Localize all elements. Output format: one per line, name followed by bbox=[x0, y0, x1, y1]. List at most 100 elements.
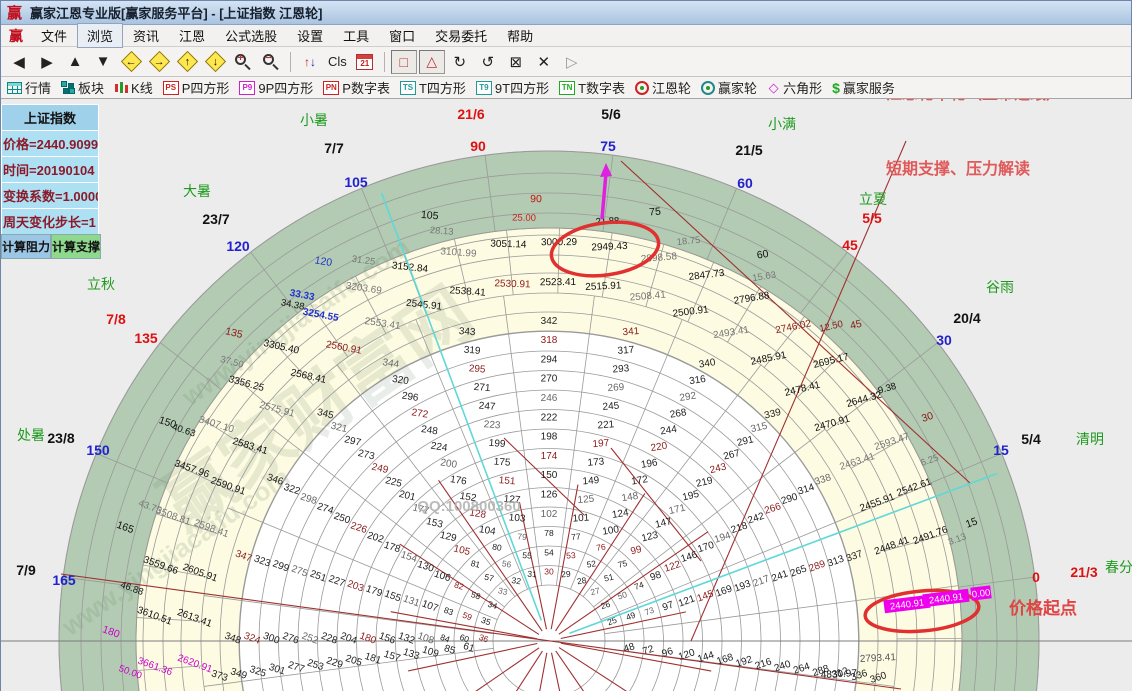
svg-text:60: 60 bbox=[756, 248, 770, 262]
svg-text:151: 151 bbox=[498, 475, 516, 487]
zoom-in-icon[interactable]: + bbox=[230, 50, 256, 74]
gann-wheel: 赢家财富网www.yingjiacaifu.comwww.yingjiacaif… bbox=[1, 99, 1132, 691]
svg-text:197: 197 bbox=[592, 438, 610, 450]
menu-item-资讯[interactable]: 资讯 bbox=[123, 23, 169, 48]
panel-row: 周天变化步长=1 bbox=[1, 208, 99, 234]
svg-text:80: 80 bbox=[492, 542, 503, 553]
svg-text:45: 45 bbox=[842, 237, 858, 253]
tool-winner-service[interactable]: $ 赢家服务 bbox=[832, 78, 895, 97]
svg-text:173: 173 bbox=[587, 456, 605, 468]
calc-resistance-button[interactable]: 计算阻力 bbox=[1, 234, 52, 259]
cross-arrows-icon[interactable]: ✕ bbox=[531, 50, 557, 74]
t-square-badge-icon: TS bbox=[399, 80, 416, 95]
candlestick-icon bbox=[114, 81, 129, 95]
svg-text:269: 269 bbox=[607, 382, 625, 394]
menu-item-设置[interactable]: 设置 bbox=[287, 23, 333, 48]
svg-text:2523.41: 2523.41 bbox=[540, 277, 577, 288]
menu-item-工具[interactable]: 工具 bbox=[333, 23, 379, 48]
title-bar: 赢 赢家江恩专业版[赢家服务平台] - [上证指数 江恩轮] bbox=[1, 1, 1131, 25]
square-tool-icon[interactable]: □ bbox=[390, 49, 417, 74]
svg-text:大暑: 大暑 bbox=[183, 183, 211, 199]
pan-up-icon[interactable]: ↑ bbox=[174, 50, 200, 74]
menu-item-江恩[interactable]: 江恩 bbox=[169, 23, 215, 48]
svg-text:0: 0 bbox=[1032, 569, 1040, 585]
svg-text:317: 317 bbox=[617, 345, 635, 357]
rotate-cw-icon[interactable]: ↻ bbox=[447, 50, 473, 74]
tool-winner-wheel[interactable]: 赢家轮 bbox=[701, 78, 757, 97]
9p-square-badge-icon: P9 bbox=[239, 80, 256, 95]
svg-text:318: 318 bbox=[541, 335, 558, 346]
gann-wheel-chart-area: 上证指数 价格=2440.9099 时间=20190104 变换系数=1.00000… bbox=[1, 99, 1132, 691]
tool-hexagon[interactable]: ◇ 六角形 bbox=[767, 78, 823, 97]
tool-label: 六角形 bbox=[783, 81, 823, 96]
svg-text:江恩轮中轮（上帝之眼）: 江恩轮中轮（上帝之眼） bbox=[886, 99, 1062, 103]
tool-t-square[interactable]: TS T四方形 bbox=[399, 78, 466, 97]
menu-item-文件[interactable]: 文件 bbox=[31, 23, 77, 48]
tool-quotes[interactable]: 行情 bbox=[7, 78, 51, 97]
svg-text:126: 126 bbox=[541, 490, 558, 501]
tool-t-number-table[interactable]: TN T数字表 bbox=[559, 78, 625, 97]
tool-p-number-table[interactable]: PN P数字表 bbox=[323, 78, 390, 97]
svg-text:135: 135 bbox=[134, 330, 158, 346]
cls-button-icon[interactable]: Cls bbox=[325, 50, 350, 74]
nav-up-icon[interactable]: ▲ bbox=[62, 50, 88, 74]
menu-item-窗口[interactable]: 窗口 bbox=[379, 23, 425, 48]
svg-text:谷雨: 谷雨 bbox=[986, 279, 1014, 295]
svg-text:立夏: 立夏 bbox=[859, 191, 887, 207]
tool-label: P四方形 bbox=[181, 81, 230, 96]
svg-text:90: 90 bbox=[470, 138, 486, 154]
svg-text:55: 55 bbox=[522, 550, 532, 561]
menu-item-帮助[interactable]: 帮助 bbox=[497, 23, 543, 48]
tool-kline[interactable]: K线 bbox=[114, 78, 153, 97]
menu-logo-icon: 赢 bbox=[9, 27, 23, 44]
window-title: 赢家江恩专业版[赢家服务平台] - [上证指数 江恩轮] bbox=[30, 6, 323, 21]
svg-text:165: 165 bbox=[52, 572, 76, 588]
menu-item-交易委托[interactable]: 交易委托 bbox=[425, 23, 497, 48]
svg-text:222: 222 bbox=[541, 412, 558, 423]
svg-text:32: 32 bbox=[511, 575, 522, 586]
nav-down-icon[interactable]: ▼ bbox=[90, 50, 116, 74]
pan-down-icon[interactable]: ↓ bbox=[202, 50, 228, 74]
index-info-panel: 上证指数 价格=2440.9099 时间=20190104 变换系数=1.00000… bbox=[1, 104, 102, 259]
svg-text:60: 60 bbox=[737, 175, 753, 191]
svg-text:77: 77 bbox=[571, 531, 581, 542]
svg-text:0.00: 0.00 bbox=[971, 587, 991, 600]
tool-gann-wheel[interactable]: 江恩轮 bbox=[635, 78, 691, 97]
tool-p-square[interactable]: PS P四方形 bbox=[162, 78, 230, 97]
svg-text:293: 293 bbox=[612, 363, 630, 375]
svg-text:31: 31 bbox=[527, 569, 537, 580]
svg-text:21/3: 21/3 bbox=[1070, 564, 1097, 580]
svg-text:清明: 清明 bbox=[1076, 431, 1104, 447]
zoom-out-icon[interactable]: − bbox=[258, 50, 284, 74]
triangle-tool-icon[interactable]: △ bbox=[418, 49, 445, 74]
menu-item-公式选股[interactable]: 公式选股 bbox=[215, 23, 287, 48]
tool-9p-square[interactable]: P9 9P四方形 bbox=[239, 78, 313, 97]
svg-text:56: 56 bbox=[501, 558, 512, 569]
menu-item-浏览[interactable]: 浏览 bbox=[77, 23, 124, 48]
svg-text:101: 101 bbox=[572, 512, 590, 524]
box-x-icon[interactable]: ⊠ bbox=[503, 50, 529, 74]
svg-text:295: 295 bbox=[468, 363, 486, 375]
pan-right-icon[interactable]: → bbox=[146, 50, 172, 74]
calc-support-button[interactable]: 计算支撑 bbox=[51, 234, 102, 259]
svg-text:4830.97: 4830.97 bbox=[821, 668, 858, 681]
nav-left-icon[interactable]: ◀ bbox=[6, 50, 32, 74]
tool-sectors[interactable]: 板块 bbox=[61, 78, 104, 97]
svg-text:5/5: 5/5 bbox=[862, 210, 882, 226]
svg-text:小满: 小满 bbox=[768, 116, 796, 132]
rotate-ccw-icon[interactable]: ↺ bbox=[475, 50, 501, 74]
pointer-tool-icon[interactable]: ▷ bbox=[559, 50, 585, 74]
svg-text:270: 270 bbox=[541, 374, 558, 385]
wheel-icon bbox=[635, 80, 650, 95]
tool-label: T数字表 bbox=[578, 81, 626, 96]
panel-row: 变换系数=1.00000 bbox=[1, 182, 99, 208]
tool-label: 9T四方形 bbox=[494, 81, 550, 96]
svg-text:341: 341 bbox=[622, 326, 640, 338]
pan-left-icon[interactable]: ← bbox=[118, 50, 144, 74]
tool-9t-square[interactable]: T9 9T四方形 bbox=[475, 78, 550, 97]
updown-marker-icon[interactable]: ↑↓ bbox=[297, 50, 323, 74]
svg-text:199: 199 bbox=[488, 438, 506, 450]
calendar-icon[interactable]: 21 bbox=[352, 50, 378, 74]
nav-right-icon[interactable]: ▶ bbox=[34, 50, 60, 74]
application-window: 赢 赢家江恩专业版[赢家服务平台] - [上证指数 江恩轮] 赢 文件 浏览 资讯江… bbox=[0, 0, 1132, 691]
